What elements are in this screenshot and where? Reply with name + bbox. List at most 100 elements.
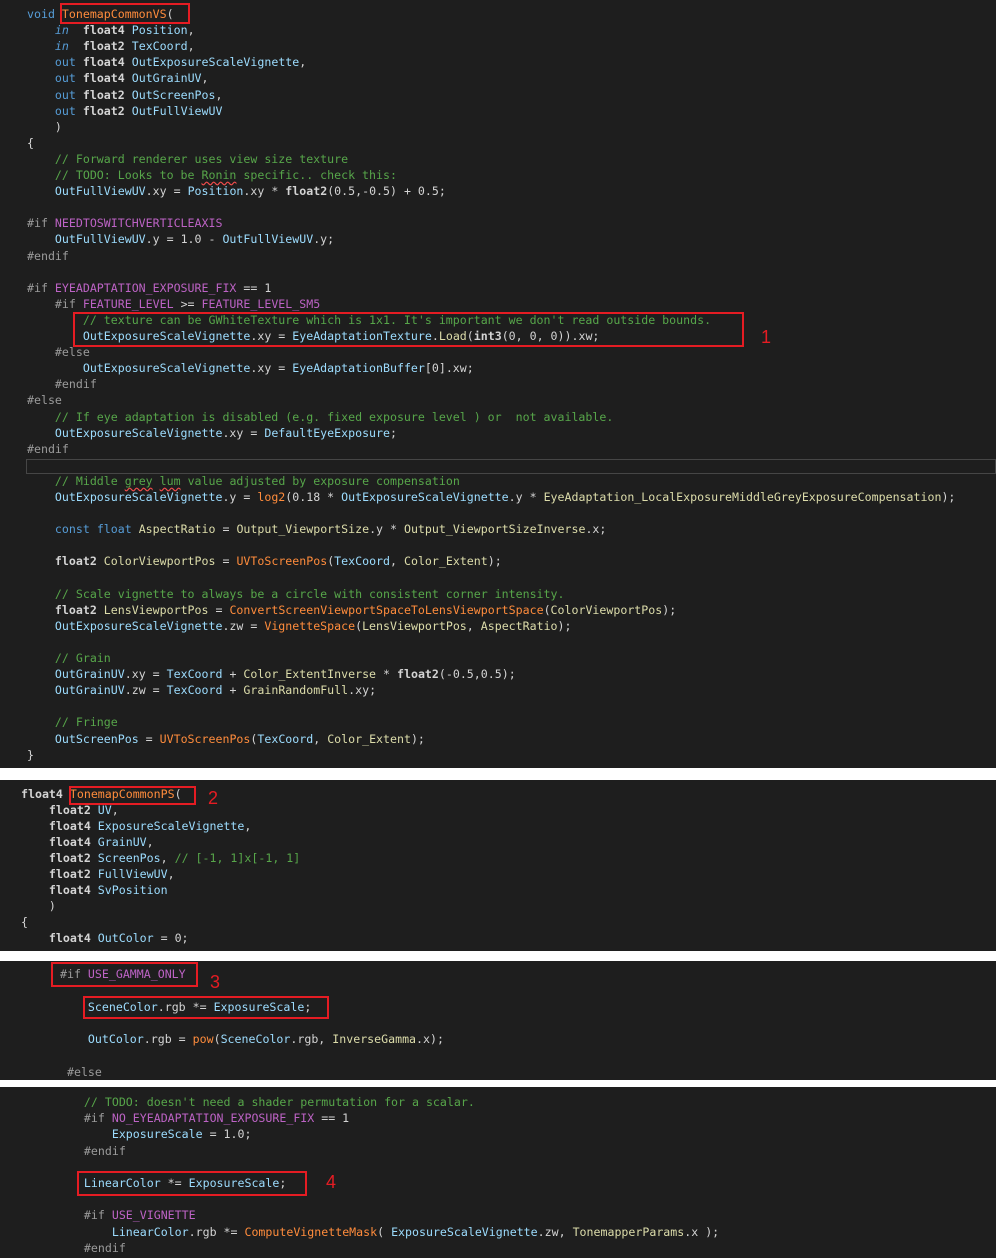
code-line: OutExposureScaleVignette.zw = VignetteSp… [27, 618, 572, 634]
code-line: #if NEEDTOSWITCHVERTICLEAXIS [27, 215, 222, 231]
code-token: UV [97, 803, 112, 817]
code-token: float4 [48, 931, 91, 945]
code-token: float4 [82, 71, 125, 86]
annotation-number-1: 1 [761, 327, 772, 347]
code-token: pow [192, 1032, 214, 1047]
code-token: ExposureScale [111, 1127, 203, 1142]
code-token: = 0; [153, 931, 189, 945]
code-token: ); [941, 490, 956, 504]
code-token: , [390, 554, 404, 569]
code-token: .y * [508, 490, 544, 504]
code-line: ) [21, 898, 56, 914]
code-line: float4 OutColor = 0; [21, 930, 189, 946]
code-token: , [244, 819, 252, 833]
code-token: .zw, [537, 1224, 573, 1239]
code-token: float2 [82, 87, 125, 102]
code-token: #else [66, 1064, 102, 1079]
code-token: OutExposureScaleVignette [131, 55, 300, 70]
code-token: (0.5,-0.5) + 0.5; [327, 184, 446, 199]
code-panel-vertex-shader: void TonemapCommonVS( in float4 Position… [0, 0, 996, 768]
code-token: OutScreenPos [54, 731, 139, 746]
code-token: void [27, 7, 55, 21]
separator-3 [0, 1080, 996, 1087]
code-token: UVToScreenPos [236, 554, 328, 569]
code-token: #if [83, 1111, 112, 1126]
code-token: // Grain [54, 651, 111, 665]
code-token: = [215, 522, 237, 537]
code-token: OutFullViewUV [222, 232, 314, 247]
highlight-box-4 [77, 1171, 307, 1196]
code-line: OutExposureScaleVignette.xy = EyeAdaptat… [27, 360, 474, 376]
code-token: const [54, 522, 90, 537]
code-token: #if [54, 296, 83, 311]
code-token: float4 [82, 23, 125, 38]
code-token: OutColor [87, 1032, 144, 1047]
code-token: ScreenPos [97, 851, 161, 865]
code-token: in [54, 39, 69, 54]
code-token: .y * [369, 522, 404, 537]
code-token: // Middle [54, 473, 125, 488]
code-token: #endif [27, 248, 69, 263]
code-line: // TODO: Looks to be Ronin specific.. ch… [27, 167, 397, 183]
code-token: EYEADAPTATION_EXPOSURE_FIX [54, 280, 237, 295]
code-token: ); [410, 731, 425, 746]
highlight-box-2 [69, 786, 196, 805]
code-token: AspectRatio [138, 522, 216, 537]
code-token: EyeAdaptation_LocalExposureMiddleGreyExp… [543, 490, 942, 504]
code-token: #endif [83, 1240, 126, 1255]
code-token: , [187, 39, 195, 54]
code-token: value adjusted by exposure compensation [180, 473, 460, 488]
code-token: TexCoord [166, 683, 223, 698]
code-token: OutExposureScaleVignette [341, 490, 509, 504]
code-token: OutGrainUV [131, 71, 202, 86]
code-token: float4 [48, 819, 91, 833]
code-token: ConvertScreenViewportSpaceToLensViewport… [229, 602, 544, 617]
code-line: // Fringe [27, 714, 118, 730]
code-token: OutFullViewUV [54, 232, 146, 247]
code-token: // Fringe [54, 715, 118, 730]
code-line: float4 ExposureScaleVignette, [21, 818, 251, 834]
code-token: out [54, 55, 76, 70]
code-token: OutExposureScaleVignette [54, 618, 223, 633]
code-token: ); [557, 618, 572, 633]
code-token: , [466, 618, 481, 633]
code-token: .rgb *= [188, 1224, 245, 1239]
code-token: TexCoord [257, 731, 314, 746]
code-token: #endif [83, 1143, 126, 1158]
code-token: .xy = [250, 361, 293, 376]
code-token: InverseGamma [332, 1032, 417, 1047]
code-token: out [54, 87, 76, 102]
code-token: ( [543, 602, 551, 617]
code-token: out [54, 71, 76, 86]
code-token: // [-1, 1]x[-1, 1] [174, 851, 301, 865]
highlight-box-3 [51, 962, 198, 987]
